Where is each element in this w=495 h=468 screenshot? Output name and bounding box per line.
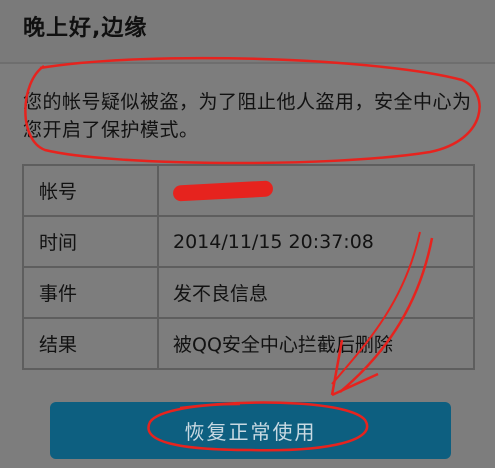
notice-message: 您的帐号疑似被盗，为了阻止他人盗用，安全中心为您开启了保护模式。 bbox=[23, 91, 472, 141]
greeting-title: 晚上好,边缘 bbox=[23, 16, 148, 41]
table-row: 时间 2014/11/15 20:37:08 bbox=[22, 215, 475, 268]
row-value-event: 发不良信息 bbox=[157, 266, 475, 319]
row-label-event: 事件 bbox=[22, 266, 159, 319]
row-label-time: 时间 bbox=[22, 215, 159, 268]
details-table: 帐号 时间 2014/11/15 20:37:08 事件 发不良信息 结果 被Q… bbox=[22, 164, 475, 370]
security-notice-screen: 晚上好,边缘 您的帐号疑似被盗，为了阻止他人盗用，安全中心为您开启了保护模式。 … bbox=[0, 0, 495, 468]
row-label-account: 帐号 bbox=[22, 164, 159, 217]
table-row: 结果 被QQ安全中心拦截后删除 bbox=[22, 317, 475, 370]
redaction-mark bbox=[172, 180, 274, 202]
row-value-account bbox=[157, 164, 475, 217]
table-row: 事件 发不良信息 bbox=[22, 266, 475, 319]
restore-normal-use-button[interactable]: 恢复正常使用 bbox=[50, 402, 451, 459]
row-label-result: 结果 bbox=[22, 317, 159, 370]
header-bar: 晚上好,边缘 bbox=[0, 0, 495, 64]
row-value-result: 被QQ安全中心拦截后删除 bbox=[157, 317, 475, 370]
table-row: 帐号 bbox=[22, 164, 475, 217]
row-value-time: 2014/11/15 20:37:08 bbox=[157, 215, 475, 268]
